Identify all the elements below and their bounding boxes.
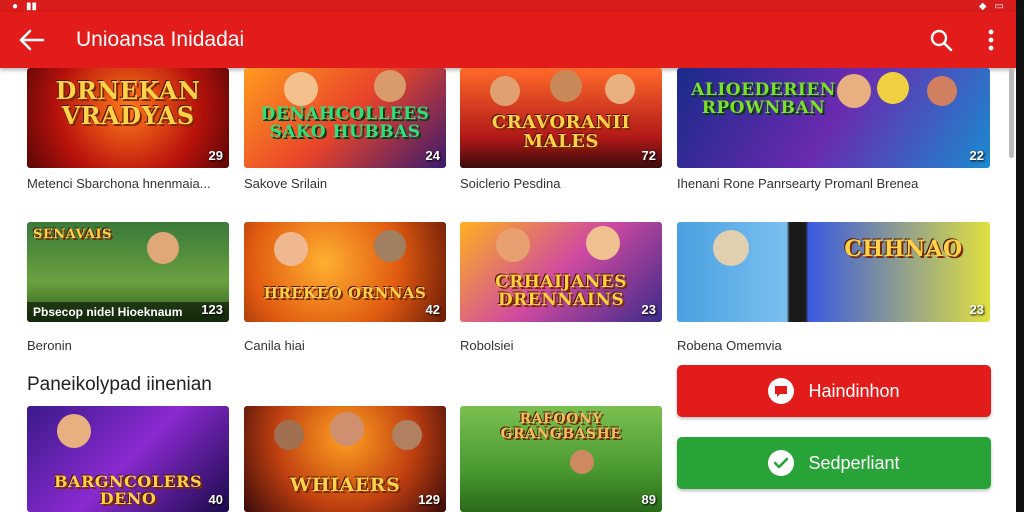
check-icon (768, 450, 795, 476)
card-caption: Ihenani Rone Panrsearty Promanl Brenea (677, 176, 919, 191)
game-card[interactable]: HREKEO ORNNAS 42 (244, 222, 446, 322)
game-card[interactable]: DENAHCOLLEES SAKO HUBBAS 24 (244, 68, 446, 168)
card-strip-text: Pbsecop nidel Hioeknaum (33, 305, 183, 319)
card-count: 42 (425, 302, 440, 317)
status-right: ◆ ▭ (979, 1, 1004, 12)
confirm-button-label: Sedperliant (808, 452, 900, 473)
card-count: 22 (969, 148, 984, 163)
character-figure (330, 412, 364, 446)
more-options-button[interactable] (966, 12, 1016, 68)
character-figure (877, 72, 909, 104)
section-title: Paneikolypad iinenian (27, 374, 212, 395)
app-bar: Unioansa Inidadai (0, 12, 1016, 68)
card-logo: CRHAIJANES DRENNAINS (495, 272, 627, 310)
character-figure (274, 232, 308, 266)
card-caption: Robena Omemvia (677, 338, 782, 353)
chat-button[interactable]: Haindinhon (677, 365, 991, 417)
card-logo: WHIAERS (289, 473, 401, 496)
status-bar: ● ▮▮ ◆ ▭ (0, 0, 1016, 12)
card-caption: Sakove Srilain (244, 176, 328, 191)
card-logo: DRNEKAN VRADYAS (55, 76, 201, 131)
search-button[interactable] (916, 12, 966, 68)
card-count: 89 (641, 492, 656, 507)
back-button[interactable] (0, 12, 64, 68)
character-figure (713, 230, 749, 266)
character-figure (605, 74, 635, 104)
content-area: DRNEKAN VRADYAS 29 DENAHCOLLEES SAKO HUB… (0, 68, 1016, 512)
card-count: 24 (425, 148, 440, 163)
character-figure (147, 232, 179, 264)
card-logo: CHHNAO (844, 236, 963, 262)
more-vert-icon (988, 29, 994, 51)
status-left: ● ▮▮ (12, 1, 37, 12)
card-count: 23 (641, 302, 656, 317)
card-count: 72 (641, 148, 656, 163)
search-icon (930, 29, 953, 52)
game-card[interactable]: BARGNCOLERS DENO 40 (27, 406, 229, 512)
notification-icon: ● (12, 0, 19, 12)
device-edge (1016, 0, 1024, 512)
card-logo: ALIOEDERIEN RPOWNBAN (691, 80, 836, 118)
game-card[interactable]: CRAVORANII MALES 72 (460, 68, 662, 168)
character-figure (274, 420, 304, 450)
card-art (244, 222, 446, 322)
game-card[interactable]: DRNEKAN VRADYAS 29 (27, 68, 229, 168)
battery-icon: ▭ (994, 0, 1004, 12)
game-card[interactable]: WHIAERS 129 (244, 406, 446, 512)
scrollbar[interactable] (1009, 68, 1014, 158)
confirm-button[interactable]: Sedperliant (677, 437, 991, 489)
card-count: 123 (201, 302, 223, 317)
card-caption: Metenci Sbarchona hnenmaia... (27, 176, 211, 191)
character-figure (927, 76, 957, 106)
game-card[interactable]: CHHNAO 23 (677, 222, 990, 322)
character-figure (490, 76, 520, 106)
card-caption: Robolsiei (460, 338, 514, 353)
game-card[interactable]: RAFOONY GRANGBASHE 89 (460, 406, 662, 512)
character-figure (837, 74, 871, 108)
wifi-icon: ◆ (978, 0, 987, 12)
character-figure (392, 420, 422, 450)
character-figure (570, 450, 594, 474)
card-logo: SENAVAIS (33, 227, 112, 242)
card-logo: BARGNCOLERS DENO (54, 471, 202, 508)
character-figure (586, 226, 620, 260)
game-card[interactable]: ALIOEDERIEN RPOWNBAN 22 (677, 68, 990, 168)
game-card[interactable]: CRHAIJANES DRENNAINS 23 (460, 222, 662, 322)
app-screen: ● ▮▮ ◆ ▭ Unioansa Inidadai DRNEKAN VRADYAS… (0, 0, 1016, 512)
card-count: 40 (208, 492, 223, 507)
character-figure (374, 230, 406, 262)
character-figure (550, 70, 582, 102)
character-figure (496, 228, 530, 262)
chat-button-label: Haindinhon (808, 380, 900, 401)
character-figure (57, 414, 91, 448)
character-figure (374, 70, 406, 102)
signal-icon: ▮▮ (26, 0, 38, 12)
character-figure (284, 72, 318, 106)
card-logo: RAFOONY GRANGBASHE (500, 411, 622, 443)
card-logo: HREKEO ORNNAS (263, 284, 427, 302)
card-caption: Beronin (27, 338, 72, 353)
arrow-back-icon (19, 29, 45, 51)
chat-icon (768, 378, 795, 404)
card-caption: Soiclerio Pesdina (460, 176, 561, 191)
card-count: 23 (969, 302, 984, 317)
page-title: Unioansa Inidadai (76, 28, 245, 51)
card-logo: DENAHCOLLEES SAKO HUBBAS (260, 104, 430, 142)
game-card[interactable]: SENAVAIS Pbsecop nidel Hioeknaum 123 (27, 222, 229, 322)
card-logo: CRAVORANII MALES (491, 112, 631, 152)
card-count: 129 (418, 492, 440, 507)
card-caption: Canila hiai (244, 338, 305, 353)
card-count: 29 (208, 148, 223, 163)
